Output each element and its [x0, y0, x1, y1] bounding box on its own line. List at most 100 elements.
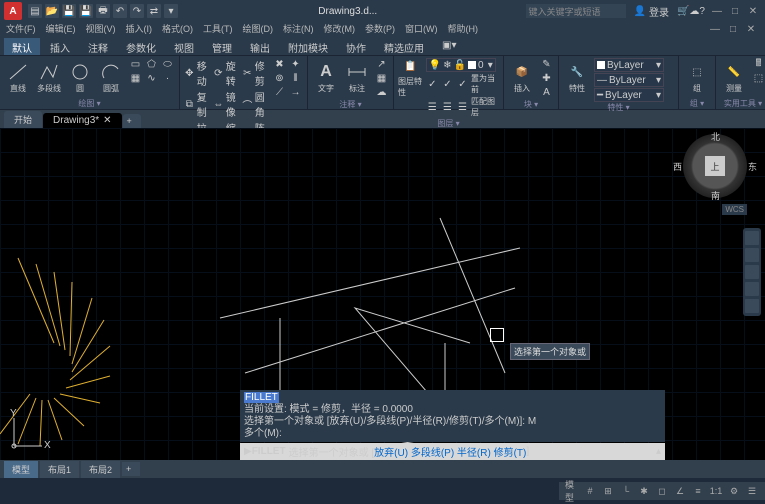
status-model[interactable]: 模型: [565, 484, 579, 498]
drawing-canvas[interactable]: 选择第一个对象或 上 北 南 西 东 WCS YX FILLET 当前设置: 模…: [0, 128, 765, 460]
status-grid-icon[interactable]: #: [583, 484, 597, 498]
cmd-prompt-opts[interactable]: 放弃(U) 多段线(P) 半径(R) 修剪(T): [374, 444, 526, 459]
qat-new-icon[interactable]: ▤: [28, 4, 42, 18]
ribbon-tab-manage[interactable]: 管理: [204, 38, 240, 55]
fillet-icon[interactable]: ⌒: [242, 98, 253, 111]
battr-icon[interactable]: A: [539, 86, 554, 99]
extend-icon[interactable]: →: [288, 86, 303, 99]
layer-props-button[interactable]: 📋图层特性: [398, 58, 423, 98]
text-button[interactable]: A文字: [312, 58, 340, 98]
props-button[interactable]: 🔧特性: [563, 58, 591, 98]
nav-zoom-icon[interactable]: [745, 265, 759, 279]
layer-btn2-icon[interactable]: ✓: [441, 78, 454, 91]
ribbon-tab-insert[interactable]: 插入: [42, 38, 78, 55]
layer-btn5-icon[interactable]: ☰: [441, 101, 454, 114]
linetype-dropdown[interactable]: —ByLayer▾: [594, 73, 664, 87]
table-icon[interactable]: ▦: [374, 72, 389, 85]
polyline-button[interactable]: 多段线: [35, 58, 63, 98]
copy-icon[interactable]: ⧉: [184, 98, 195, 111]
panel-groups-label[interactable]: 组 ▾: [683, 98, 711, 109]
bcreate-icon[interactable]: ✚: [539, 72, 554, 85]
bedit-icon[interactable]: ✎: [539, 58, 554, 71]
line-button[interactable]: 直线: [4, 58, 32, 98]
menu-dim[interactable]: 标注(N): [283, 22, 314, 38]
maximize-button[interactable]: □: [727, 4, 743, 18]
lineweight-dropdown[interactable]: ━ByLayer▾: [594, 88, 664, 102]
ribbon-tab-default[interactable]: 默认: [4, 38, 40, 55]
tab-layout1[interactable]: 布局1: [40, 461, 79, 478]
layer-btn6-icon[interactable]: ☰: [456, 101, 469, 114]
rotate-icon[interactable]: ⟳: [213, 67, 224, 80]
trim-icon[interactable]: ✂: [242, 67, 253, 80]
file-tab-new[interactable]: +: [123, 114, 141, 128]
point-icon[interactable]: ·: [160, 72, 175, 85]
ribbon-tab-addins[interactable]: 附加模块: [280, 38, 336, 55]
group-button[interactable]: ⬚组: [683, 58, 711, 98]
status-ortho-icon[interactable]: └: [619, 484, 633, 498]
circle-button[interactable]: 圆: [66, 58, 94, 98]
mirror-icon[interactable]: ⇔: [213, 98, 224, 111]
menu-param[interactable]: 参数(P): [365, 22, 395, 38]
move-icon[interactable]: ✥: [184, 67, 195, 80]
nav-west[interactable]: 西: [673, 160, 682, 173]
ribbon-tab-view[interactable]: 视图: [166, 38, 202, 55]
tab-layout2[interactable]: 布局2: [81, 461, 120, 478]
status-otrack-icon[interactable]: ∠: [673, 484, 687, 498]
join-icon[interactable]: ⫴: [288, 72, 303, 85]
ellipse-icon[interactable]: ⬭: [160, 58, 175, 71]
layer-btn1-icon[interactable]: ✓: [426, 78, 439, 91]
file-tab-drawing3[interactable]: Drawing3*✕: [43, 113, 122, 128]
nav-wheel-icon[interactable]: [745, 231, 759, 245]
cart-icon[interactable]: 🛒: [677, 6, 689, 17]
layer-btn4-icon[interactable]: ☰: [426, 101, 439, 114]
menu-tools[interactable]: 工具(T): [203, 22, 233, 38]
qat-share-icon[interactable]: ⇄: [147, 4, 161, 18]
panel-draw-label[interactable]: 绘图 ▾: [4, 98, 175, 109]
panel-annot-label[interactable]: 注释 ▾: [312, 99, 389, 110]
menu-format[interactable]: 格式(O): [162, 22, 193, 38]
help-icon[interactable]: ?: [699, 6, 705, 17]
nav-east[interactable]: 东: [748, 160, 757, 173]
menu-insert[interactable]: 插入(I): [126, 22, 153, 38]
nav-south[interactable]: 南: [711, 189, 720, 202]
measure-button[interactable]: 📏测量: [720, 58, 748, 98]
menu-window[interactable]: 窗口(W): [405, 22, 438, 38]
panel-block-label[interactable]: 块 ▾: [508, 99, 554, 110]
rect-icon[interactable]: ▭: [128, 58, 143, 71]
panel-utils-label[interactable]: 实用工具 ▾: [720, 98, 765, 109]
break-icon[interactable]: ⟋: [272, 86, 287, 99]
menu-file[interactable]: 文件(F): [6, 22, 36, 38]
ribbon-tab-collab[interactable]: 协作: [338, 38, 374, 55]
doc-minimize-button[interactable]: —: [707, 22, 723, 36]
qat-open-icon[interactable]: 📂: [45, 4, 59, 18]
status-menu-icon[interactable]: ☰: [745, 484, 759, 498]
spline-icon[interactable]: ∿: [144, 72, 159, 85]
search-input[interactable]: 键入关键字或短语: [526, 4, 626, 18]
status-scale[interactable]: 1:1: [709, 484, 723, 498]
hatch-icon[interactable]: ▦: [128, 72, 143, 85]
nav-showmotion-icon[interactable]: [745, 299, 759, 313]
ribbon-tab-param[interactable]: 参数化: [118, 38, 164, 55]
leader-icon[interactable]: ↗: [374, 58, 389, 71]
wcs-label[interactable]: WCS: [722, 204, 747, 215]
close-button[interactable]: ✕: [745, 4, 761, 18]
poly-icon[interactable]: ⬠: [144, 58, 159, 71]
doc-close-button[interactable]: ✕: [743, 22, 759, 36]
nav-north[interactable]: 北: [711, 130, 720, 143]
offset-icon[interactable]: ⊚: [272, 72, 287, 85]
status-polar-icon[interactable]: ✱: [637, 484, 651, 498]
color-dropdown[interactable]: ByLayer▾: [594, 58, 664, 72]
doc-maximize-button[interactable]: □: [725, 22, 741, 36]
close-icon[interactable]: ✕: [103, 115, 111, 126]
insert-button[interactable]: 📦插入: [508, 58, 536, 98]
cloud-icon[interactable]: ☁: [689, 6, 699, 17]
nav-pan-icon[interactable]: [745, 248, 759, 262]
file-tab-start[interactable]: 开始: [4, 111, 42, 128]
select-icon[interactable]: ⬚: [751, 72, 765, 85]
tab-model[interactable]: 模型: [4, 461, 38, 478]
ribbon-tab-output[interactable]: 输出: [242, 38, 278, 55]
menu-edit[interactable]: 编辑(E): [46, 22, 76, 38]
layer-btn3-icon[interactable]: ✓: [456, 78, 469, 91]
qat-saveas-icon[interactable]: 💾: [79, 4, 93, 18]
layer-dropdown[interactable]: 💡❄🔓0▾: [426, 58, 496, 72]
